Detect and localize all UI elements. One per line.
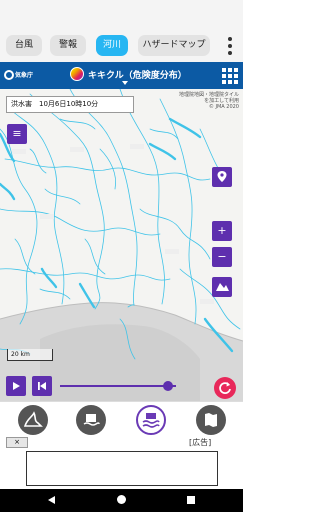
scale-label: 20 km xyxy=(11,351,30,358)
inundation-icon xyxy=(83,414,100,426)
home-icon[interactable] xyxy=(117,495,126,504)
ad-label: [広告] xyxy=(189,438,212,447)
tab-hazard-map[interactable]: ハザードマップ xyxy=(138,35,210,56)
kikikuru-icon xyxy=(70,67,84,81)
recents-icon[interactable] xyxy=(187,496,195,504)
ad-banner[interactable] xyxy=(26,451,218,486)
location-pin-icon xyxy=(217,171,227,182)
tab-typhoon[interactable]: 台風 xyxy=(6,35,42,56)
landslide-icon xyxy=(23,411,43,427)
layers-button[interactable] xyxy=(212,277,232,297)
nav-landslide[interactable] xyxy=(18,405,48,435)
location-button[interactable] xyxy=(212,167,232,187)
map-icon xyxy=(205,413,217,427)
layers-icon xyxy=(216,283,229,291)
scale-bar: 20 km xyxy=(7,349,53,361)
org-label: 気象庁 xyxy=(15,72,34,79)
refresh-icon xyxy=(219,382,231,394)
skip-start-icon xyxy=(38,382,46,390)
nav-flood[interactable] xyxy=(136,405,166,435)
tab-river[interactable]: 河川 xyxy=(96,35,128,56)
back-icon[interactable] xyxy=(48,496,55,504)
time-slider-track[interactable] xyxy=(60,385,176,387)
jma-logo: 気象庁 xyxy=(4,68,38,84)
zoom-out-button[interactable]: − xyxy=(212,247,232,267)
datetime-display: 洪水害 10月6日10時10分 xyxy=(6,96,134,113)
layer-title: キキクル（危険度分布） xyxy=(88,71,187,81)
zoom-in-button[interactable]: + xyxy=(212,221,232,241)
skip-start-button[interactable] xyxy=(32,376,52,396)
nav-hazard-map[interactable] xyxy=(196,405,226,435)
map-header: 気象庁 キキクル（危険度分布） xyxy=(0,62,243,89)
ad-area: × [広告] xyxy=(0,436,243,489)
nav-inundation[interactable] xyxy=(76,405,106,435)
map-view[interactable]: 地理院地図・地理院タイル を加工して利用 © JMA 2020 洪水害 10月6… xyxy=(0,89,243,401)
menu-icon: ≡ xyxy=(12,127,22,140)
map-attribution: 地理院地図・地理院タイル を加工して利用 © JMA 2020 xyxy=(179,92,239,110)
time-slider-handle[interactable] xyxy=(162,381,173,391)
play-button[interactable] xyxy=(6,376,26,396)
flood-icon xyxy=(142,413,160,428)
chevron-down-icon xyxy=(122,81,128,85)
jma-logo-icon xyxy=(4,70,14,80)
refresh-button[interactable] xyxy=(214,377,236,399)
layer-selector[interactable]: キキクル（危険度分布） xyxy=(70,65,190,87)
menu-button[interactable]: ≡ xyxy=(7,124,27,144)
bottom-nav xyxy=(0,401,243,436)
tab-warnings[interactable]: 警報 xyxy=(50,35,86,56)
attribution-line: © JMA 2020 xyxy=(208,104,239,110)
more-menu-icon[interactable] xyxy=(224,35,236,56)
top-tab-bar: 台風 警報 河川 ハザードマップ xyxy=(0,0,243,62)
zoom-in-icon: + xyxy=(217,224,227,237)
grid-icon[interactable] xyxy=(222,68,238,84)
ad-close-button[interactable]: × xyxy=(6,437,28,448)
system-nav-bar xyxy=(0,489,243,512)
play-icon xyxy=(13,382,20,390)
zoom-out-icon: − xyxy=(217,250,227,263)
